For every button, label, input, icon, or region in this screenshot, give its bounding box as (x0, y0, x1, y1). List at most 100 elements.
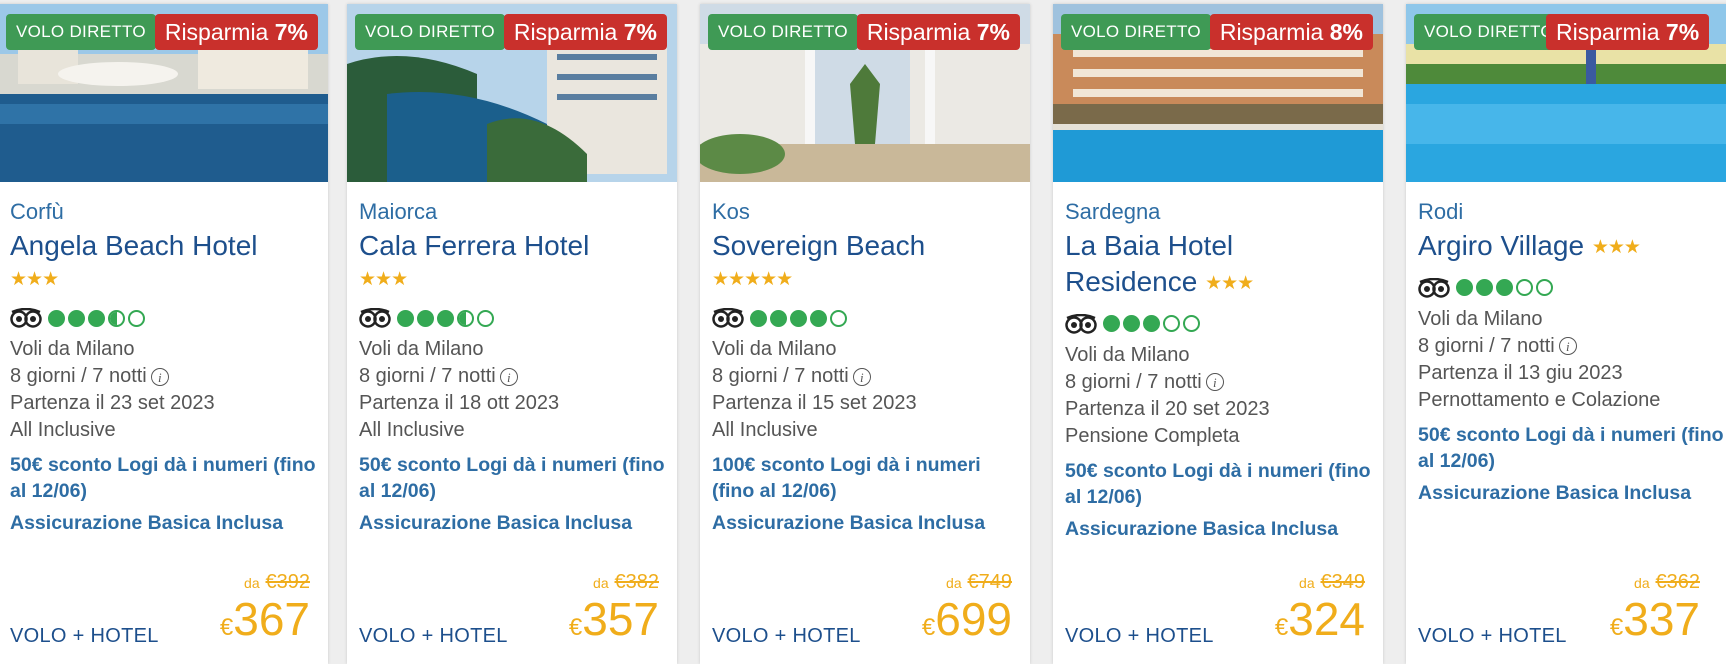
hotel-photo[interactable]: VOLO DIRETTO Risparmia 7% (700, 4, 1030, 182)
board-type: All Inclusive (10, 419, 116, 441)
rating-dot (1143, 315, 1160, 333)
rating-dot (810, 309, 827, 327)
product-type: VOLO + HOTEL (1418, 625, 1567, 647)
destination-label: Maiorca (359, 199, 438, 224)
direct-flight-badge: VOLO DIRETTO (6, 14, 156, 50)
discount-badge: Risparmia 7% (503, 14, 667, 50)
tripadvisor-rating (1418, 270, 1724, 306)
offer-card[interactable]: VOLO DIRETTO Risparmia 8% Sardegna La Ba… (1053, 4, 1383, 664)
offer-card[interactable]: VOLO DIRETTO Risparmia 7% Corfù Angela B… (0, 4, 328, 664)
hotel-name[interactable]: Argiro Village ★★★ (1418, 228, 1724, 266)
offer-details: Voli da Milano 8 giorni / 7 notti i Parte… (10, 336, 316, 444)
insurance-text: Assicurazione Basica Inclusa (1065, 517, 1339, 540)
tripadvisor-rating (10, 300, 316, 336)
trip-duration: 8 giorni / 7 notti (1418, 334, 1555, 357)
destination-label: Kos (712, 199, 750, 224)
hotel-photo[interactable]: VOLO DIRETTO Risparmia 8% (1053, 4, 1383, 182)
rating-dot (68, 309, 85, 327)
rating-dot (1123, 315, 1140, 333)
info-icon[interactable]: i (150, 367, 169, 386)
hotel-name[interactable]: Angela Beach Hotel (10, 228, 316, 264)
info-icon[interactable]: i (499, 367, 518, 386)
discount-badge: Risparmia 8% (1209, 14, 1373, 50)
departure-city: Voli da Milano (1065, 343, 1190, 366)
promo-text: 50€ sconto Logi dà i numeri (fino al 12/… (1065, 459, 1371, 508)
rating-dot (790, 309, 807, 327)
tripadvisor-owl-icon (1418, 277, 1450, 298)
departure-date: Partenza il 15 set 2023 (712, 392, 917, 414)
product-type: VOLO + HOTEL (712, 625, 861, 647)
tripadvisor-rating (712, 300, 1018, 336)
insurance-text: Assicurazione Basica Inclusa (10, 512, 284, 534)
tripadvisor-rating (1065, 306, 1371, 342)
current-price[interactable]: €324 (1275, 589, 1365, 658)
hotel-photo[interactable]: VOLO DIRETTO Risparmia 7% (0, 4, 328, 182)
direct-flight-badge: VOLO DIRETTO (1061, 14, 1211, 50)
departure-city: Voli da Milano (359, 338, 484, 360)
board-type: Pensione Completa (1065, 424, 1240, 447)
rating-dot (397, 309, 414, 327)
hotel-photo[interactable]: VOLO DIRETTO Risparmia 7% (347, 4, 677, 182)
discount-badge: Risparmia 7% (1546, 14, 1710, 50)
trip-duration: 8 giorni / 7 notti (359, 365, 496, 387)
tripadvisor-owl-icon (1065, 313, 1097, 334)
board-type: Pernottamento e Colazione (1418, 388, 1661, 411)
rating-dot (1536, 279, 1553, 297)
trip-duration: 8 giorni / 7 notti (10, 365, 147, 387)
offer-details: Voli da Milano 8 giorni / 7 notti i Parte… (1065, 342, 1371, 450)
product-type: VOLO + HOTEL (1065, 625, 1214, 647)
info-icon[interactable]: i (1558, 337, 1577, 356)
rating-dot (770, 309, 787, 327)
current-price[interactable]: €337 (1610, 589, 1700, 658)
product-type: VOLO + HOTEL (10, 625, 159, 647)
hotel-stars: ★★★ (359, 269, 408, 290)
hotel-stars: ★★★ (1591, 236, 1641, 258)
rating-dot (457, 309, 474, 327)
departure-date: Partenza il 20 set 2023 (1065, 397, 1270, 420)
insurance-text: Assicurazione Basica Inclusa (359, 512, 633, 534)
hotel-name[interactable]: La Baia Hotel Residence ★★★ (1065, 228, 1371, 302)
current-price[interactable]: €357 (569, 589, 659, 658)
offer-card[interactable]: VOLO DIRETTO Risparmia 7% Kos Sovereign … (700, 4, 1030, 664)
rating-dot (830, 309, 847, 327)
hotel-stars: ★★★ (1205, 272, 1254, 294)
promo-text: 50€ sconto Logi dà i numeri (fino al 12/… (359, 454, 665, 502)
info-icon[interactable]: i (852, 367, 871, 386)
info-icon[interactable]: i (1205, 373, 1224, 392)
current-price[interactable]: €367 (220, 589, 310, 658)
offer-card[interactable]: VOLO DIRETTO Risparmia 7% Maiorca Cala F… (347, 4, 677, 664)
tripadvisor-owl-icon (359, 308, 391, 328)
rating-dot (108, 309, 125, 327)
tripadvisor-rating (359, 300, 665, 336)
tripadvisor-owl-icon (10, 308, 42, 328)
departure-city: Voli da Milano (1418, 307, 1543, 330)
departure-date: Partenza il 18 ott 2023 (359, 392, 560, 414)
destination-label: Sardegna (1065, 199, 1161, 224)
direct-flight-badge: VOLO DIRETTO (355, 14, 505, 50)
departure-city: Voli da Milano (712, 338, 837, 360)
hotel-photo[interactable]: VOLO DIRETTO Risparmia 7% (1406, 4, 1726, 182)
rating-dot (48, 309, 65, 327)
direct-flight-badge: VOLO DIRETTO (1414, 14, 1564, 50)
trip-duration: 8 giorni / 7 notti (1065, 370, 1202, 393)
product-type: VOLO + HOTEL (359, 625, 508, 647)
discount-badge: Risparmia 7% (154, 14, 318, 50)
rating-dot (437, 309, 454, 327)
promo-text: 50€ sconto Logi dà i numeri (fino al 12/… (10, 454, 316, 502)
insurance-text: Assicurazione Basica Inclusa (712, 512, 986, 534)
rating-dot (1496, 279, 1513, 297)
rating-dot (1103, 315, 1120, 333)
hotel-stars: ★★★ (10, 269, 59, 290)
price-area: da €349 VOLO + HOTEL €324 (1065, 567, 1365, 657)
current-price[interactable]: €699 (922, 589, 1012, 658)
hotel-name[interactable]: Cala Ferrera Hotel (359, 228, 665, 264)
offers-row: VOLO DIRETTO Risparmia 7% Corfù Angela B… (0, 0, 1726, 664)
rating-dot (477, 309, 494, 327)
hotel-name[interactable]: Sovereign Beach (712, 228, 1018, 264)
price-area: da €749 VOLO + HOTEL €699 (712, 567, 1012, 657)
offer-card[interactable]: VOLO DIRETTO Risparmia 7% Rodi Argiro Vi… (1406, 4, 1726, 664)
rating-dot (1476, 279, 1493, 297)
destination-label: Corfù (10, 199, 64, 224)
discount-badge: Risparmia 7% (856, 14, 1020, 50)
tripadvisor-owl-icon (712, 308, 744, 328)
